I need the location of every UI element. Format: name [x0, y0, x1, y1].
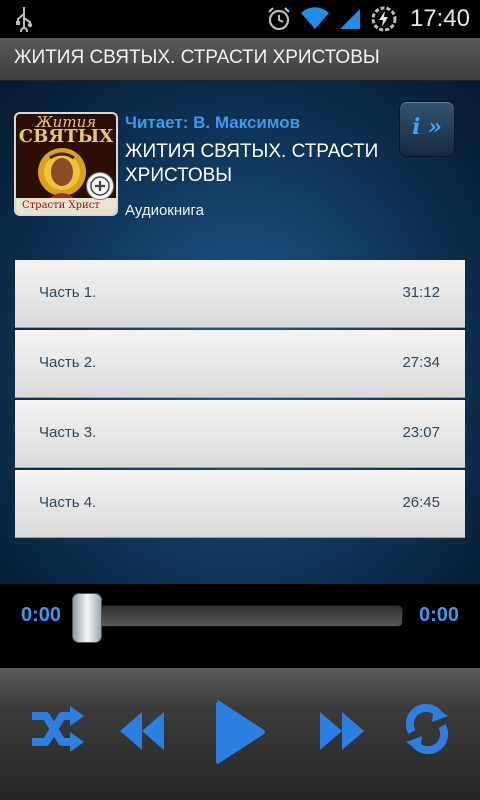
- book-cover[interactable]: Жития СВЯТЫХ Страсти Христ: [14, 112, 118, 216]
- track-row[interactable]: Часть 1. 31:12: [15, 260, 465, 328]
- seek-thumb[interactable]: [72, 593, 102, 643]
- zoom-in-icon[interactable]: [86, 172, 114, 200]
- book-type: Аудиокнига: [125, 202, 205, 219]
- track-name: Часть 4.: [39, 494, 97, 511]
- player-controls: [0, 668, 480, 800]
- track-name: Часть 3.: [39, 424, 97, 441]
- wifi-icon: [300, 7, 329, 29]
- track-duration: 26:45: [402, 494, 440, 511]
- progress-area: 0:00 0:00: [0, 584, 480, 664]
- main-content: Жития СВЯТЫХ Страсти Христ Читает: В. Ма…: [0, 81, 480, 584]
- signal-icon: [339, 9, 360, 29]
- track-name: Часть 1.: [39, 284, 97, 301]
- book-title: ЖИТИЯ СВЯТЫХ. СТРАСТИ ХРИСТОВЫ: [125, 141, 379, 186]
- track-duration: 27:34: [402, 354, 440, 371]
- track-list: Часть 1. 31:12 Часть 2. 27:34 Часть 3. 2…: [15, 260, 465, 540]
- usb-icon: [16, 7, 33, 32]
- info-button[interactable]: i »: [399, 101, 455, 157]
- alarm-icon: [268, 7, 290, 31]
- play-icon[interactable]: [212, 698, 268, 766]
- clock: 17:40: [409, 5, 470, 32]
- total-time: 0:00: [418, 604, 459, 626]
- current-time: 0:00: [21, 604, 62, 626]
- track-duration: 31:12: [402, 284, 440, 301]
- track-duration: 23:07: [402, 424, 440, 441]
- shuffle-icon[interactable]: [28, 704, 86, 756]
- fast-forward-icon[interactable]: [318, 710, 366, 752]
- status-bar: 17:40: [0, 0, 480, 38]
- track-name: Часть 2.: [39, 354, 97, 371]
- battery-charging-icon: [371, 6, 397, 32]
- repeat-icon[interactable]: [402, 702, 452, 756]
- rewind-icon[interactable]: [118, 710, 166, 752]
- page-title: ЖИТИЯ СВЯТЫХ. СТРАСТИ ХРИСТОВЫ: [14, 47, 380, 68]
- track-row[interactable]: Часть 2. 27:34: [15, 330, 465, 398]
- seek-bar[interactable]: [77, 605, 403, 627]
- book-reader: Читает: В. Максимов: [125, 113, 301, 132]
- app-title-bar: ЖИТИЯ СВЯТЫХ. СТРАСТИ ХРИСТОВЫ: [0, 38, 480, 81]
- track-row[interactable]: Часть 3. 23:07: [15, 400, 465, 468]
- track-row[interactable]: Часть 4. 26:45: [15, 470, 465, 538]
- info-icon: i »: [412, 114, 442, 140]
